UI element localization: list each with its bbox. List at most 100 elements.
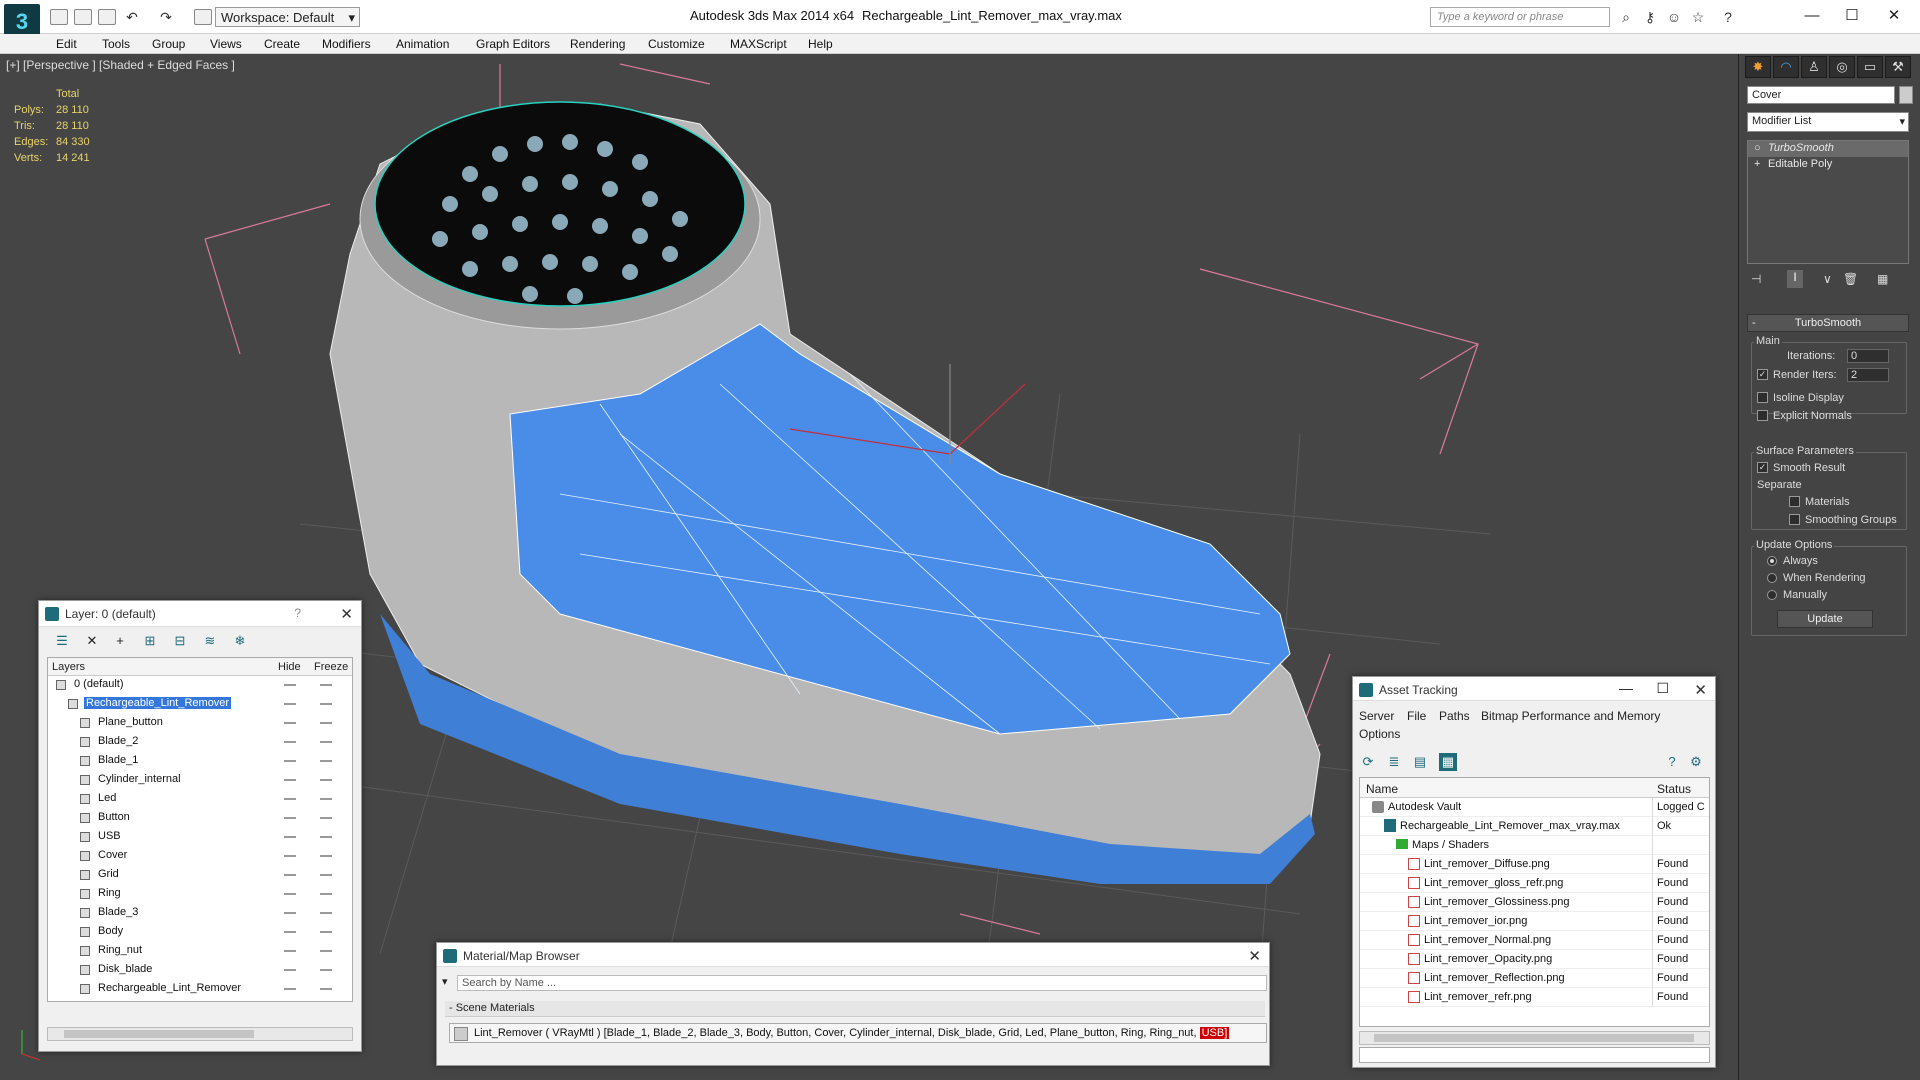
- project-folder-icon[interactable]: [194, 9, 212, 25]
- menu-maxscript[interactable]: MAXScript: [730, 37, 787, 51]
- hide-toggle[interactable]: [284, 874, 296, 876]
- asset-options-icon[interactable]: ⚙: [1687, 753, 1705, 771]
- hierarchy-tab-icon[interactable]: ♙: [1801, 56, 1827, 78]
- maximize-button[interactable]: ☐: [1832, 4, 1872, 28]
- freeze-toggle[interactable]: [320, 703, 332, 705]
- layer-row[interactable]: Blade_3: [48, 904, 352, 923]
- freeze-toggle[interactable]: [320, 950, 332, 952]
- menu-create[interactable]: Create: [264, 37, 300, 51]
- hide-toggle[interactable]: [284, 836, 296, 838]
- asset-row[interactable]: Lint_remover_Glossiness.png Found: [1360, 893, 1709, 912]
- separate-materials-checkbox[interactable]: [1789, 496, 1800, 507]
- layer-panel-help-icon[interactable]: ?: [294, 606, 301, 620]
- layer-row[interactable]: Cylinder_internal: [48, 771, 352, 790]
- material-row-lint-remover[interactable]: Lint_Remover ( VRayMtl ) [Blade_1, Blade…: [449, 1023, 1267, 1043]
- layer-row[interactable]: Rechargeable_Lint_Remover: [48, 980, 352, 999]
- explicit-normals-checkbox[interactable]: [1757, 410, 1768, 421]
- hide-toggle[interactable]: [284, 817, 296, 819]
- asset-help-icon[interactable]: ?: [1663, 753, 1681, 771]
- material-search-input[interactable]: Search by Name ...: [457, 975, 1267, 991]
- hide-toggle[interactable]: [284, 893, 296, 895]
- hide-toggle[interactable]: [284, 988, 296, 990]
- select-in-layer-icon[interactable]: ⊞: [141, 633, 159, 651]
- undo-icon[interactable]: ↶: [124, 9, 140, 25]
- col-name-header[interactable]: Name: [1366, 782, 1398, 796]
- table-view-icon[interactable]: ▦: [1439, 753, 1457, 771]
- asset-row[interactable]: Lint_remover_Normal.png Found: [1360, 931, 1709, 950]
- hide-toggle[interactable]: [284, 684, 296, 686]
- scene-materials-header[interactable]: - Scene Materials: [445, 1001, 1265, 1017]
- stack-item-editable-poly[interactable]: + Editable Poly: [1748, 157, 1908, 173]
- keyword-search-input[interactable]: Type a keyword or phrase: [1430, 7, 1610, 27]
- hide-toggle[interactable]: [284, 741, 296, 743]
- update-when-rendering-radio[interactable]: [1767, 573, 1777, 583]
- hide-toggle[interactable]: [284, 855, 296, 857]
- make-unique-icon[interactable]: ∨: [1823, 272, 1832, 286]
- create-layer-icon[interactable]: ☰: [53, 633, 71, 651]
- layer-row[interactable]: Disk_blade: [48, 961, 352, 980]
- help-icon[interactable]: ?: [1720, 9, 1736, 25]
- asset-row[interactable]: Lint_remover_Opacity.png Found: [1360, 950, 1709, 969]
- expand-plus-icon[interactable]: +: [1754, 158, 1760, 170]
- list-view-icon[interactable]: ≣: [1385, 753, 1403, 771]
- remove-modifier-icon[interactable]: 🗑: [1843, 272, 1858, 286]
- freeze-toggle[interactable]: [320, 836, 332, 838]
- freeze-toggle[interactable]: [320, 798, 332, 800]
- lightbulb-icon[interactable]: ○: [1754, 142, 1761, 154]
- modifier-list-dropdown[interactable]: Modifier List ▾: [1747, 112, 1909, 132]
- asset-menu-file[interactable]: File: [1407, 709, 1426, 723]
- update-manually-radio[interactable]: [1767, 590, 1777, 600]
- layer-panel-close-icon[interactable]: ✕: [340, 605, 353, 623]
- col-hide-header[interactable]: Hide: [278, 661, 301, 673]
- freeze-toggle[interactable]: [320, 874, 332, 876]
- layer-row[interactable]: Blade_2: [48, 733, 352, 752]
- show-end-result-icon[interactable]: I: [1787, 270, 1803, 288]
- menu-animation[interactable]: Animation: [396, 37, 449, 51]
- object-name-field[interactable]: Cover: [1747, 86, 1895, 104]
- hide-toggle[interactable]: [284, 931, 296, 933]
- layer-scroll-thumb[interactable]: [64, 1030, 254, 1038]
- menu-group[interactable]: Group: [152, 37, 185, 51]
- minimize-button[interactable]: —: [1792, 4, 1832, 28]
- separate-smoothing-groups-checkbox[interactable]: [1789, 514, 1800, 525]
- col-freeze-header[interactable]: Freeze: [314, 661, 348, 673]
- layer-row[interactable]: Ring: [48, 885, 352, 904]
- hide-toggle[interactable]: [284, 722, 296, 724]
- key-icon[interactable]: ⚷: [1642, 9, 1658, 25]
- asset-menu-bitmap[interactable]: Bitmap Performance and Memory: [1481, 709, 1660, 723]
- freeze-toggle[interactable]: [320, 912, 332, 914]
- menu-help[interactable]: Help: [808, 37, 833, 51]
- account-icon[interactable]: ☺: [1666, 9, 1682, 25]
- search-options-chevron-icon[interactable]: ▾: [442, 975, 448, 988]
- freeze-toggle[interactable]: [320, 760, 332, 762]
- display-tab-icon[interactable]: ▭: [1857, 56, 1883, 78]
- open-file-icon[interactable]: [74, 9, 92, 25]
- hide-toggle[interactable]: [284, 760, 296, 762]
- asset-close-button[interactable]: ✕: [1694, 681, 1707, 699]
- freeze-toggle[interactable]: [320, 684, 332, 686]
- redo-icon[interactable]: ↷: [158, 9, 174, 25]
- new-file-icon[interactable]: [50, 9, 68, 25]
- asset-row[interactable]: Lint_remover_Diffuse.png Found: [1360, 855, 1709, 874]
- render-iters-checkbox[interactable]: ✓: [1757, 369, 1768, 380]
- material-panel-close-icon[interactable]: ✕: [1248, 947, 1261, 965]
- asset-menu-server[interactable]: Server: [1359, 709, 1394, 723]
- layer-row[interactable]: Grid: [48, 866, 352, 885]
- freeze-toggle[interactable]: [320, 893, 332, 895]
- utilities-tab-icon[interactable]: ⚒: [1885, 56, 1911, 78]
- layer-row[interactable]: Rechargeable_Lint_Remover: [48, 695, 352, 714]
- hide-toggle[interactable]: [284, 703, 296, 705]
- freeze-toggle[interactable]: [320, 855, 332, 857]
- asset-row[interactable]: Lint_remover_refr.png Found: [1360, 988, 1709, 1007]
- refresh-icon[interactable]: ⟳: [1359, 753, 1377, 771]
- menu-customize[interactable]: Customize: [648, 37, 705, 51]
- layer-row[interactable]: Plane_button: [48, 714, 352, 733]
- freeze-toggle[interactable]: [320, 779, 332, 781]
- menu-rendering[interactable]: Rendering: [570, 37, 625, 51]
- asset-path-field[interactable]: [1359, 1047, 1710, 1063]
- isoline-display-checkbox[interactable]: [1757, 392, 1768, 403]
- asset-row[interactable]: Lint_remover_Reflection.png Found: [1360, 969, 1709, 988]
- iterations-spinner[interactable]: 0: [1847, 349, 1889, 363]
- save-file-icon[interactable]: [98, 9, 116, 25]
- freeze-all-icon[interactable]: ❄: [231, 633, 249, 651]
